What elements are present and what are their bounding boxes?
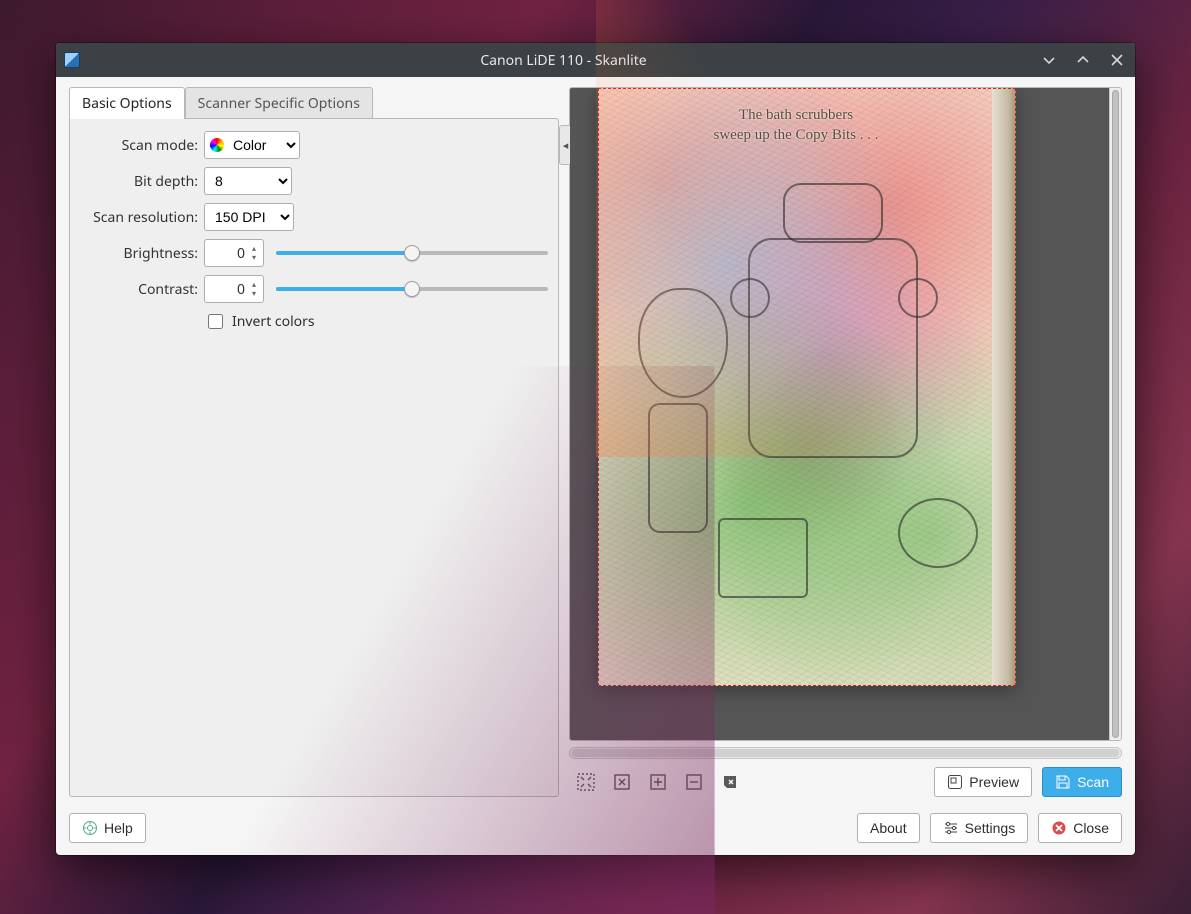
scan-resolution-label: Scan resolution:	[80, 208, 198, 227]
maximize-button[interactable]	[1073, 50, 1093, 70]
minimize-button[interactable]	[1039, 50, 1059, 70]
brightness-slider[interactable]	[276, 244, 548, 262]
zoom-fit-icon[interactable]	[577, 773, 595, 791]
help-button[interactable]: Help	[69, 813, 146, 843]
preview-panel: ◂ The bath scrubbers sweep up the Copy B…	[569, 87, 1122, 797]
preview-icon	[947, 774, 963, 790]
zoom-in-icon[interactable]	[649, 773, 667, 791]
scan-resolution-select[interactable]: 150 DPI	[204, 203, 294, 231]
brightness-value: 0	[237, 244, 245, 263]
close-window-button[interactable]	[1107, 50, 1127, 70]
basic-options-page: Scan mode: Color Bit depth: 8	[69, 118, 559, 797]
zoom-original-icon[interactable]	[613, 773, 631, 791]
save-icon	[1055, 774, 1071, 790]
app-icon	[64, 52, 80, 68]
app-window: Canon LiDE 110 - Skanlite Basic Options …	[56, 43, 1135, 855]
window-title: Canon LiDE 110 - Skanlite	[88, 51, 1039, 70]
invert-colors-label: Invert colors	[232, 312, 315, 331]
close-icon	[1051, 820, 1067, 836]
contrast-label: Contrast:	[80, 280, 198, 299]
scan-text-line1: The bath scrubbers	[598, 106, 994, 126]
preview-button[interactable]: Preview	[934, 767, 1032, 797]
close-button[interactable]: Close	[1038, 813, 1122, 843]
vertical-scrollbar[interactable]	[1109, 88, 1121, 740]
clear-selection-icon[interactable]	[721, 773, 739, 791]
contrast-spinbox[interactable]: 0 ▴▾	[204, 275, 264, 303]
tab-basic-options[interactable]: Basic Options	[69, 87, 185, 119]
horizontal-scrollbar[interactable]	[569, 747, 1122, 759]
contrast-slider[interactable]	[276, 280, 548, 298]
spin-down-icon[interactable]: ▾	[247, 254, 261, 262]
titlebar[interactable]: Canon LiDE 110 - Skanlite	[56, 43, 1135, 77]
settings-button[interactable]: Settings	[930, 813, 1029, 843]
help-icon	[82, 820, 98, 836]
brightness-label: Brightness:	[80, 244, 198, 263]
invert-colors-checkbox[interactable]	[208, 314, 223, 329]
settings-icon	[943, 820, 959, 836]
zoom-out-icon[interactable]	[685, 773, 703, 791]
brightness-spinbox[interactable]: 0 ▴▾	[204, 239, 264, 267]
spin-down-icon[interactable]: ▾	[247, 290, 261, 298]
scan-button[interactable]: Scan	[1042, 767, 1122, 797]
bit-depth-label: Bit depth:	[80, 172, 198, 191]
color-wheel-icon	[210, 138, 224, 152]
scan-mode-label: Scan mode:	[80, 136, 198, 155]
contrast-value: 0	[237, 280, 245, 299]
scanned-page[interactable]: The bath scrubbers sweep up the Copy Bit…	[598, 88, 1016, 686]
scan-text-line2: sweep up the Copy Bits . . .	[598, 126, 994, 146]
about-button[interactable]: About	[857, 813, 920, 843]
preview-viewport[interactable]: The bath scrubbers sweep up the Copy Bit…	[569, 87, 1122, 741]
tab-scanner-specific[interactable]: Scanner Specific Options	[185, 87, 373, 119]
options-panel: Basic Options Scanner Specific Options S…	[69, 87, 559, 797]
bit-depth-select[interactable]: 8	[204, 167, 292, 195]
